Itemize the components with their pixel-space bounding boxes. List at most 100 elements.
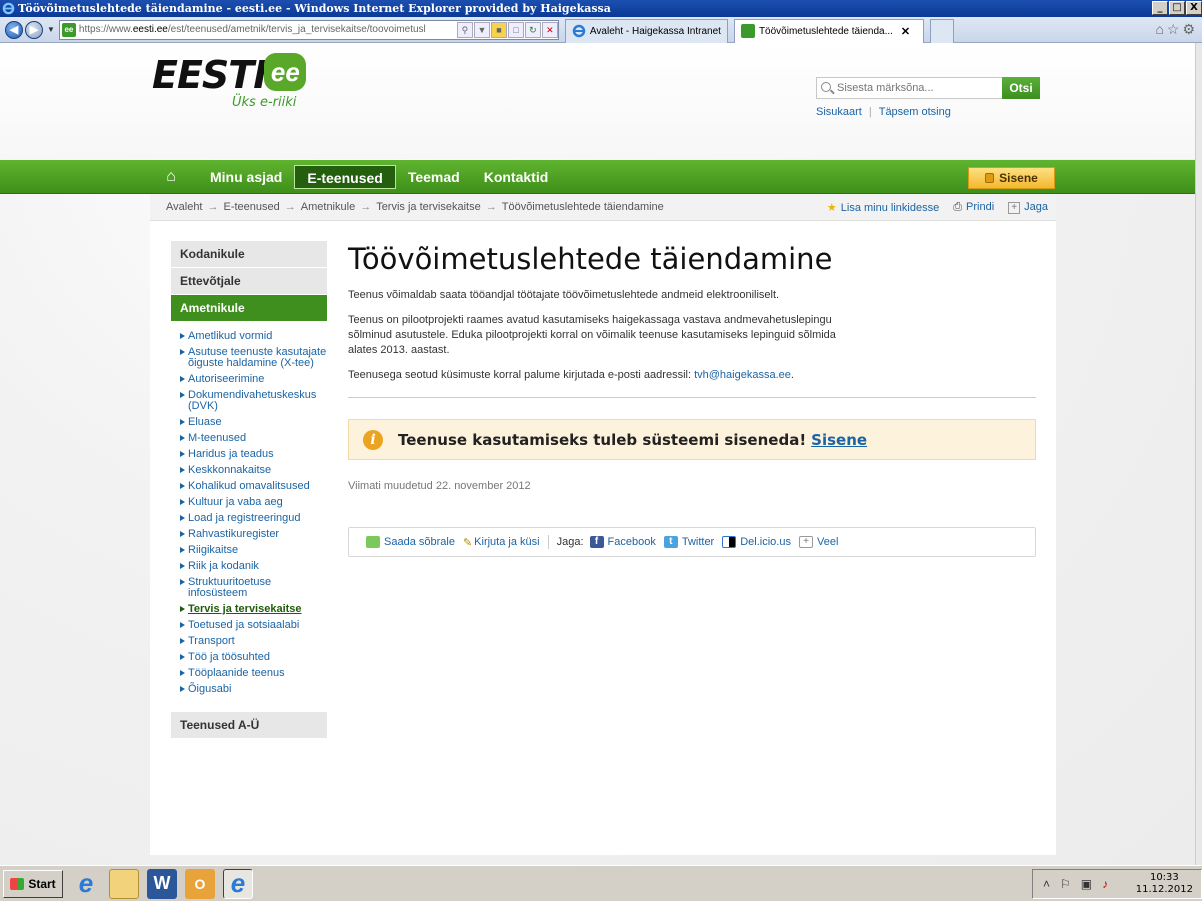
search-button[interactable]: Otsi	[1002, 77, 1040, 99]
sidebar-item[interactable]: Tööplaanide teenus	[180, 668, 327, 679]
window-controls: _ □ X	[1152, 1, 1202, 15]
email-icon	[366, 536, 380, 548]
divider	[348, 397, 1036, 398]
sidebar-item[interactable]: Riigikaitse	[180, 545, 327, 556]
share-separator	[547, 535, 549, 549]
sidebar-item[interactable]: Eluase	[180, 417, 327, 428]
browser-toolbar: ◀ ▶ ▼ ee https://www.eesti.ee/est/teenus…	[0, 17, 1202, 43]
volume-muted-icon[interactable]: ♪	[1102, 877, 1108, 891]
delicious-link[interactable]: Del.icio.us	[722, 536, 791, 548]
breadcrumb: Avaleht → E-teenused → Ametnikule → Tervis …	[150, 194, 1056, 221]
address-bar[interactable]: ee https://www.eesti.ee/est/teenused/ame…	[58, 19, 559, 40]
sidebar-item[interactable]: Kohalikud omavalitsused	[180, 481, 327, 492]
sidebar-item[interactable]: Töö ja töösuhted	[180, 652, 327, 663]
tab-current[interactable]: Töövõimetuslehtede täienda... ✕	[733, 18, 924, 43]
close-tab-icon[interactable]: ✕	[901, 25, 910, 38]
sidebar-item[interactable]: Ametlikud vormid	[180, 331, 327, 342]
address-url[interactable]: https://www.eesti.ee/est/teenused/ametni…	[79, 24, 456, 35]
menu-kontaktid[interactable]: Kontaktid	[472, 165, 561, 189]
contact-paragraph: Teenusega seotud küsimuste korral palume…	[348, 369, 794, 381]
advanced-search-link[interactable]: Täpsem otsing	[879, 106, 951, 118]
security-lock-icon[interactable]: ■	[490, 21, 507, 38]
word-icon[interactable]: W	[147, 868, 177, 899]
sidebar-item[interactable]: Rahvastikuregister	[180, 529, 327, 540]
sidebar-item[interactable]: M-teenused	[180, 433, 327, 444]
outlook-icon[interactable]: O	[185, 868, 215, 899]
main-content: Töövõimetuslehtede täiendamine Teenus võ…	[348, 242, 1036, 557]
more-share-link[interactable]: + Veel	[798, 536, 838, 548]
menu-teemad[interactable]: Teemad	[396, 165, 472, 189]
network-icon[interactable]: ▣	[1081, 877, 1092, 891]
sidebar-item[interactable]: Asutuse teenuste kasutajate õiguste hald…	[180, 347, 327, 369]
write-ask-link[interactable]: ✎ Kirjuta ja küsi	[463, 536, 540, 549]
share-link[interactable]: + Jaga	[1008, 201, 1048, 214]
history-dropdown-icon[interactable]: ▼	[47, 25, 55, 34]
search-input[interactable]	[816, 77, 1002, 99]
explorer-folder-icon[interactable]	[109, 868, 139, 899]
close-window-button[interactable]: X	[1186, 1, 1202, 15]
new-tab-button[interactable]	[929, 18, 954, 43]
notice-text: Teenuse kasutamiseks tuleb süsteemi sise…	[398, 430, 868, 449]
flag-icon[interactable]: ⚐	[1060, 877, 1071, 891]
delicious-icon	[722, 536, 737, 548]
sidebar-item[interactable]: Haridus ja teadus	[180, 449, 327, 460]
breadcrumb-e-teenused[interactable]: E-teenused	[224, 201, 280, 213]
notice-login-link[interactable]: Sisene	[811, 431, 867, 449]
email-link[interactable]: tvh@haigekassa.ee	[694, 369, 791, 381]
add-to-links[interactable]: ★ Lisa minu linkidesse	[827, 201, 939, 214]
eesti-logo[interactable]: EESTI ee Üks e-riiki	[152, 53, 307, 110]
sitemap-link[interactable]: Sisukaart	[816, 106, 862, 118]
twitter-link[interactable]: t Twitter	[663, 536, 714, 548]
sidebar-section-ettevotjale[interactable]: Ettevõtjale	[171, 268, 327, 294]
windows-flag-icon	[10, 877, 25, 890]
minimize-button[interactable]: _	[1152, 1, 1168, 15]
facebook-link[interactable]: f Facebook	[589, 536, 656, 548]
sidebar-item[interactable]: Transport	[180, 636, 327, 647]
tray-expand-icon[interactable]: ˄	[1043, 877, 1050, 891]
page-scrollbar[interactable]	[1195, 43, 1202, 865]
menu-e-teenused[interactable]: E-teenused	[294, 165, 396, 189]
sidebar-item[interactable]: Kultuur ja vaba aeg	[180, 497, 327, 508]
breadcrumb-tervis[interactable]: Tervis ja tervisekaitse	[376, 201, 481, 213]
sidebar-section-ametnikule[interactable]: Ametnikule	[171, 295, 327, 321]
sidebar-section-teenused[interactable]: Teenused A-Ü	[171, 712, 327, 738]
sidebar-item[interactable]: Keskkonnakaitse	[180, 465, 327, 476]
ie-taskbar-icon[interactable]: e	[223, 868, 253, 899]
page-actions: ★ Lisa minu linkidesse ⎙ Prindi + Jaga	[827, 201, 1048, 214]
login-button[interactable]: Sisene	[968, 167, 1055, 189]
sidebar-section-kodanikule[interactable]: Kodanikule	[171, 241, 327, 267]
forward-button[interactable]: ▶	[25, 20, 43, 39]
search-address-icon[interactable]: ⚲	[456, 21, 473, 38]
maximize-button[interactable]: □	[1169, 1, 1185, 15]
breadcrumb-avaleht[interactable]: Avaleht	[166, 201, 203, 213]
sidebar-list: Ametlikud vormid Asutuse teenuste kasutaj…	[171, 322, 327, 712]
breadcrumb-ametnikule[interactable]: Ametnikule	[301, 201, 355, 213]
sidebar-item[interactable]: Tervis ja tervisekaitse	[180, 604, 327, 615]
share-bar: Saada sõbrale ✎ Kirjuta ja küsi Jaga: f Fa…	[348, 527, 1036, 557]
send-to-friend-link[interactable]: Saada sõbrale	[366, 536, 455, 548]
browser-tools-icons[interactable]: ⌂☆⚙	[1155, 21, 1198, 38]
sidebar-item[interactable]: Struktuuritoetuse infosüsteem	[180, 577, 327, 599]
sidebar-item[interactable]: Autoriseerimine	[180, 374, 327, 385]
back-button[interactable]: ◀	[5, 20, 23, 39]
sidebar-item[interactable]: Load ja registreeringud	[180, 513, 327, 524]
start-button[interactable]: Start	[3, 869, 63, 898]
refresh-icon[interactable]: ↻	[524, 21, 541, 38]
clock[interactable]: 10:33 11.12.2012	[1136, 872, 1193, 896]
sidebar-item[interactable]: Riik ja kodanik	[180, 561, 327, 572]
ie-quicklaunch-icon[interactable]: e	[71, 868, 101, 899]
tab-intranet[interactable]: Avaleht - Haigekassa Intranet	[564, 18, 728, 43]
sidebar-item[interactable]: Õigusabi	[180, 684, 327, 695]
print-link[interactable]: ⎙ Prindi	[953, 201, 994, 214]
sidebar-item[interactable]: Toetused ja sotsiaalabi	[180, 620, 327, 631]
sidebar-item[interactable]: Dokumendivahetuskeskus (DVK)	[180, 390, 327, 412]
header-links: Sisukaart | Täpsem otsing	[816, 106, 951, 118]
site-header: EESTIee Üks e-riiki Otsi Sisukaart|Täpse…	[0, 43, 1195, 159]
system-tray: ˄ ⚐ ▣ ♪ 10:33 11.12.2012	[1032, 869, 1202, 899]
compatibility-icon[interactable]: □	[507, 21, 524, 38]
address-dropdown-icon[interactable]: ▼	[473, 21, 490, 38]
stop-icon[interactable]: ✕	[541, 21, 558, 38]
menu-minu-asjad[interactable]: Minu asjad	[198, 165, 294, 189]
printer-icon: ⎙	[953, 201, 963, 213]
home-icon[interactable]: ⌂	[158, 166, 184, 188]
